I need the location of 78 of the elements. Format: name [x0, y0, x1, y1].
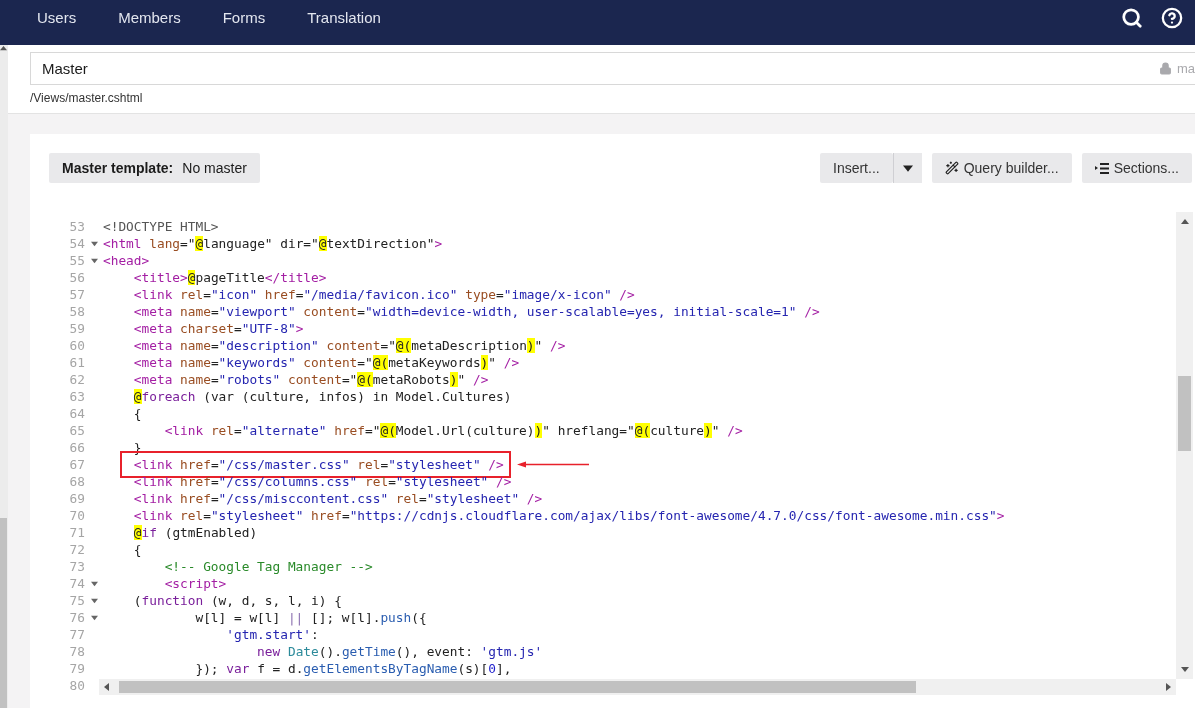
nav-item[interactable]: Translation — [307, 9, 381, 26]
code-line: { — [132, 406, 142, 421]
dropdown-button[interactable] — [892, 153, 922, 183]
master-template-label: Master template: — [62, 160, 174, 176]
caret-icon — [902, 163, 913, 173]
line-number: 76 — [68, 610, 85, 625]
code-line: new Date().getTime(), event: 'gtm.js' — [256, 644, 543, 659]
code-line: <title>@pageTitle</title> — [132, 270, 327, 285]
line-number: 70 — [68, 508, 85, 523]
code-line: <link href="/css/master.css" rel="stylesheet" /> — [132, 457, 504, 472]
code-line: <meta name="viewport" content="width=device-width, user-scalable=yes, initial-scale=1" /> — [132, 304, 820, 319]
code-line: }); var f = d.getElementsByTagName(s)[0], — [194, 661, 512, 676]
line-number: 63 — [68, 389, 85, 404]
code-line: @if (gtmEnabled) — [132, 525, 258, 540]
line-number: 68 — [68, 474, 85, 489]
line-number: 56 — [68, 270, 85, 285]
help-icon[interactable] — [1161, 6, 1183, 29]
code-line: @foreach (var (culture, infos) in Model.Cultures) — [132, 389, 512, 404]
code-line: <head> — [103, 253, 150, 268]
nav-item[interactable]: Members — [118, 9, 181, 26]
search-icon[interactable] — [1121, 6, 1143, 29]
scroll-right-icon — [1164, 683, 1172, 691]
toolbar-button[interactable]: Sections... — [1081, 153, 1192, 183]
lock-icon — [1158, 62, 1172, 75]
line-number: 60 — [68, 338, 85, 353]
scroll-up-icon — [1180, 218, 1189, 226]
line-number: 62 — [68, 372, 85, 387]
line-number: 80 — [68, 678, 85, 693]
line-number: 73 — [68, 559, 85, 574]
scroll-left-icon — [103, 683, 111, 691]
line-number: 59 — [68, 321, 85, 336]
code-line: <meta name="keywords" content="@(metaKeywords)" /> — [132, 355, 520, 370]
scrollbar-thumb[interactable] — [0, 518, 7, 708]
line-number: 64 — [68, 406, 85, 421]
line-number: 75 — [68, 593, 85, 608]
line-number: 72 — [68, 542, 85, 557]
code-line: <script> — [163, 576, 227, 591]
scroll-down-icon — [1180, 665, 1189, 673]
scrollbar-thumb[interactable] — [119, 681, 916, 693]
code-line: <link rel="icon" href="/media/favicon.ico" type="image/x-icon" /> — [132, 287, 635, 302]
line-number: 71 — [68, 525, 85, 540]
code-line: <!DOCTYPE HTML> — [103, 219, 219, 234]
insert-button[interactable]: Insert... — [820, 153, 893, 183]
code-line: <link href="/css/columns.css" rel="stylesheet" /> — [132, 474, 512, 489]
code-line: <!-- Google Tag Manager --> — [163, 559, 373, 574]
code-line: <link rel="stylesheet" href="https://cdnjs.cloudflare.com/ajax/libs/font-awesome/4.7.0/css/font-awesome.min.css"> — [132, 508, 1005, 523]
line-number: 55 — [68, 253, 85, 268]
horizontal-scrollbar[interactable] — [99, 679, 1176, 695]
vertical-scrollbar[interactable] — [1176, 212, 1193, 679]
line-number: 79 — [68, 661, 85, 676]
code-line: 'gtm.start': — [225, 627, 319, 642]
code-line: <meta charset="UTF-8"> — [132, 321, 304, 336]
code-line: <link href="/css/misccontent.css" rel="stylesheet" /> — [132, 491, 543, 506]
line-number: 74 — [68, 576, 85, 591]
magic-wand-icon — [944, 161, 959, 175]
nav-item[interactable]: Forms — [222, 9, 266, 26]
code-line: w[l] = w[l] || []; w[l].push({ — [194, 610, 427, 625]
file-path: /Views/master.cshtml — [30, 91, 143, 105]
code-line: (function (w, d, s, l, i) { — [132, 593, 342, 608]
line-number: 69 — [68, 491, 85, 506]
line-number: 65 — [68, 423, 85, 438]
code-line: { — [132, 542, 142, 557]
line-number: 61 — [68, 355, 85, 370]
master-template-value: No master — [182, 160, 247, 176]
list-icon — [1094, 162, 1109, 174]
line-number: 67 — [68, 457, 85, 472]
toolbar-button[interactable]: Query builder... — [931, 153, 1072, 183]
nav-item[interactable]: Users — [37, 9, 77, 26]
scrollbar-thumb[interactable] — [1178, 376, 1191, 451]
line-number: 66 — [68, 440, 85, 455]
line-number: 78 — [68, 644, 85, 659]
line-number: 57 — [68, 287, 85, 302]
line-number: 53 — [68, 219, 85, 234]
line-number: 54 — [68, 236, 85, 251]
code-line: <meta name="description" content="@(metaDescription)" /> — [132, 338, 566, 353]
line-number: 58 — [68, 304, 85, 319]
alias-text: ma — [1176, 61, 1195, 76]
line-number: 77 — [68, 627, 85, 642]
